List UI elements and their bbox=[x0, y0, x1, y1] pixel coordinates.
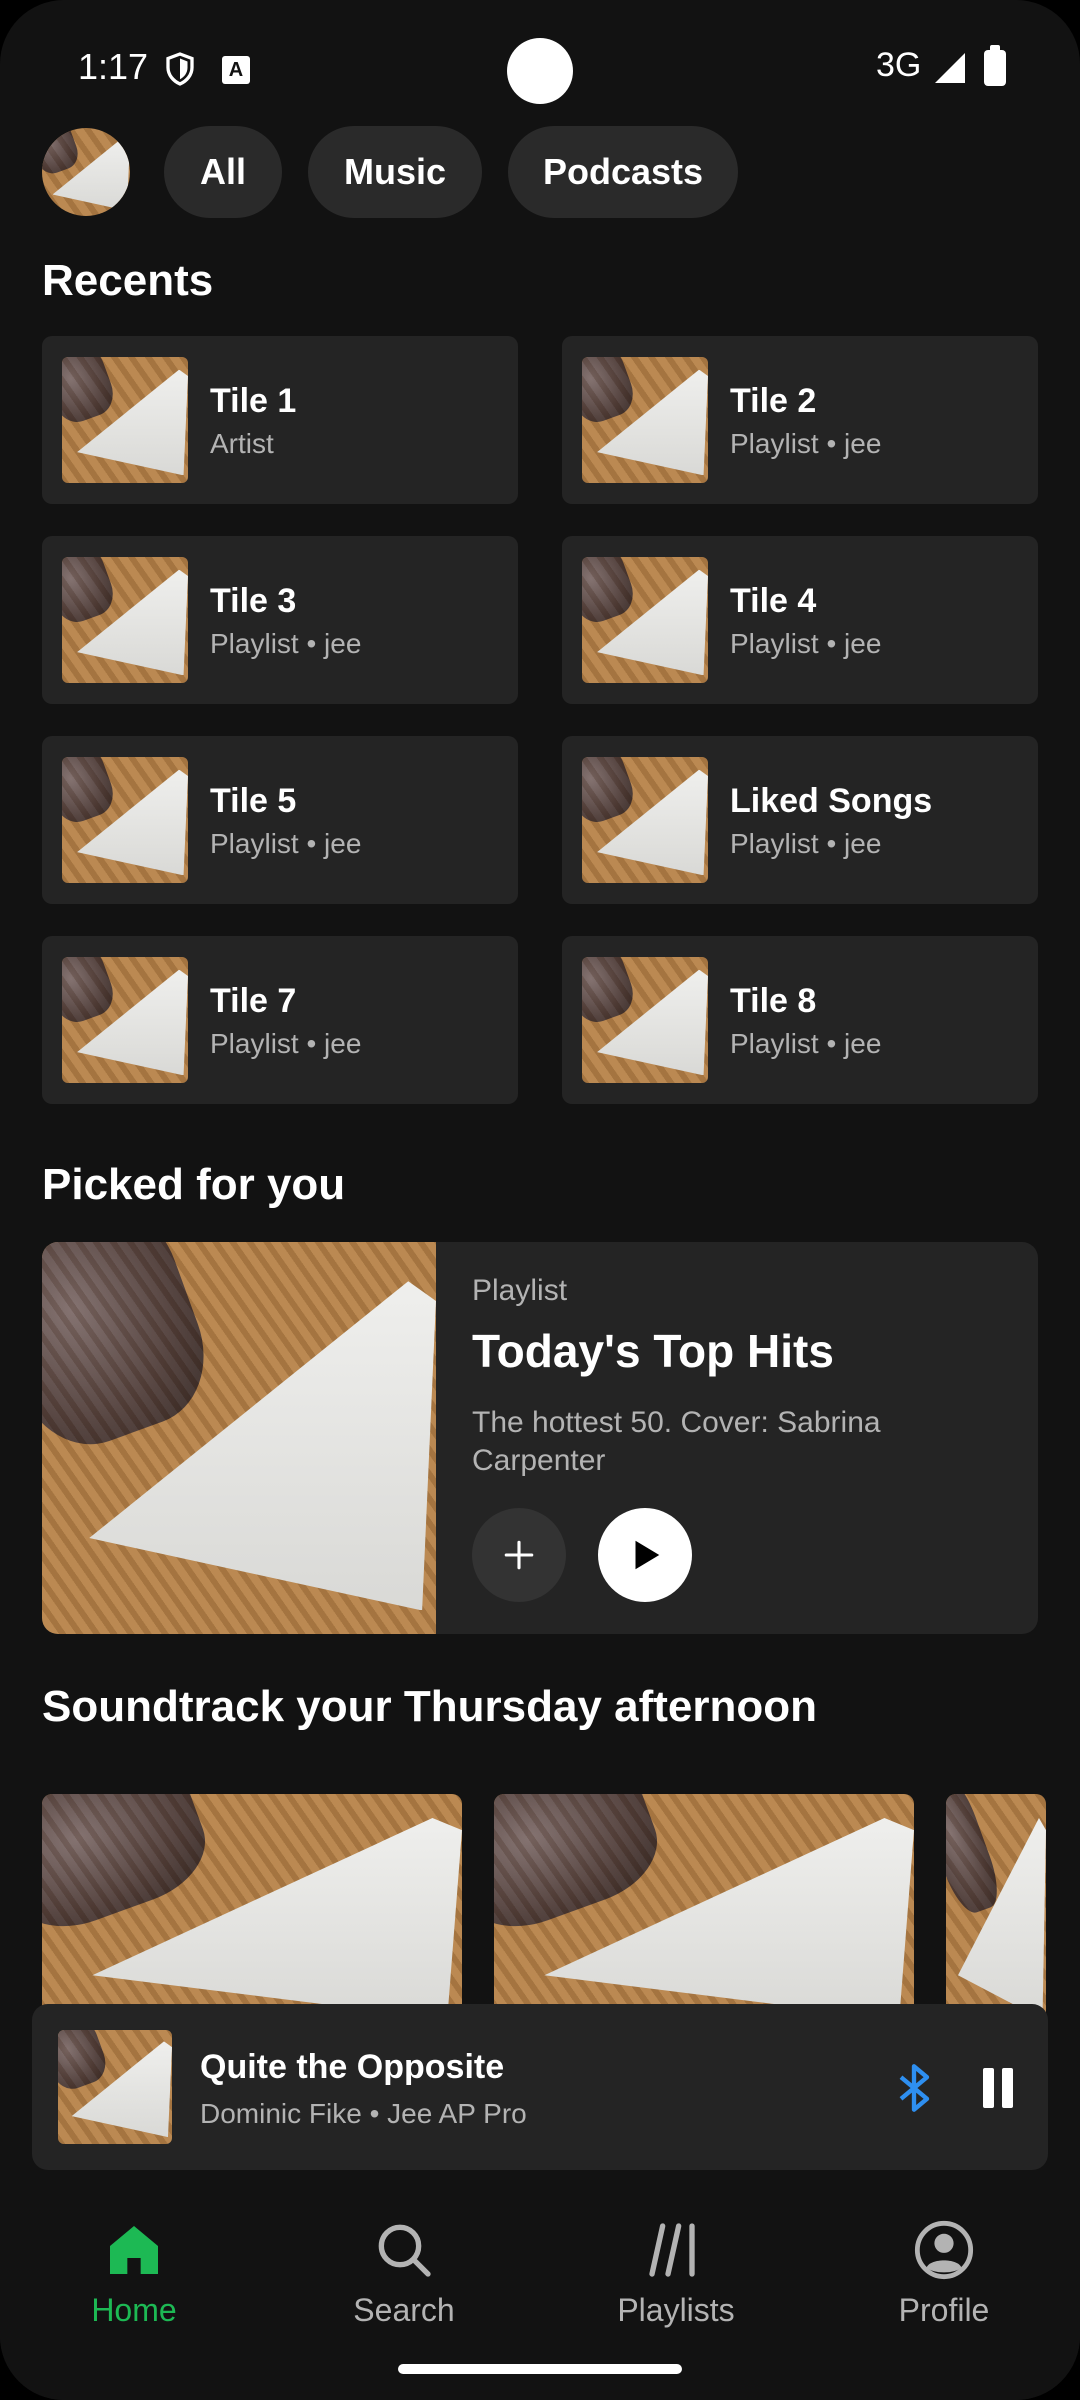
tile-artwork bbox=[582, 357, 708, 483]
tile-title: Tile 3 bbox=[210, 582, 297, 620]
playlist-title: Today's Top Hits bbox=[472, 1325, 834, 1377]
soundtrack-card[interactable] bbox=[494, 1794, 914, 2034]
tile-title: Tile 4 bbox=[730, 582, 817, 620]
recent-tile[interactable]: Tile 4 Playlist • jee bbox=[562, 536, 1038, 704]
tile-artwork bbox=[582, 557, 708, 683]
cellular-signal-icon bbox=[935, 53, 965, 83]
recent-tile-liked-songs[interactable]: Liked Songs Playlist • jee bbox=[562, 736, 1038, 904]
recent-tile[interactable]: Tile 8 Playlist • jee bbox=[562, 936, 1038, 1104]
avatar[interactable] bbox=[42, 128, 130, 216]
tile-subtitle: Playlist • jee bbox=[730, 1028, 882, 1059]
tile-title: Tile 2 bbox=[730, 382, 817, 420]
bluetooth-icon[interactable] bbox=[888, 2060, 940, 2116]
playlist-description: The hottest 50. Cover: Sabrina Carpenter bbox=[472, 1406, 881, 1477]
filter-chip-all[interactable]: All bbox=[164, 126, 282, 218]
tile-subtitle: Playlist • jee bbox=[210, 828, 362, 859]
tile-artwork bbox=[62, 757, 188, 883]
tile-subtitle: Playlist • jee bbox=[730, 428, 882, 459]
plus-icon bbox=[504, 1540, 534, 1570]
soundtrack-section-title: Soundtrack your Thursday afternoon bbox=[42, 1682, 817, 1731]
pause-button[interactable] bbox=[980, 2068, 1016, 2108]
network-type: 3G bbox=[876, 46, 922, 84]
library-icon bbox=[649, 2223, 695, 2277]
tile-artwork bbox=[582, 757, 708, 883]
tile-subtitle: Playlist • jee bbox=[730, 828, 882, 859]
nav-playlists[interactable]: Playlists bbox=[576, 2218, 776, 2329]
app-screen: 1:17 A 3G All Music Podcasts Recents Til… bbox=[0, 0, 1080, 2400]
playlist-type: Playlist bbox=[472, 1274, 568, 1307]
status-bar: 1:17 A 3G bbox=[0, 0, 1080, 140]
nav-search[interactable]: Search bbox=[304, 2218, 504, 2329]
nav-playlists-label: Playlists bbox=[617, 2292, 735, 2328]
profile-icon bbox=[914, 2220, 974, 2280]
recent-tile[interactable]: Tile 7 Playlist • jee bbox=[42, 936, 518, 1104]
picked-section-title: Picked for you bbox=[42, 1160, 346, 1209]
play-button[interactable] bbox=[598, 1508, 692, 1602]
tile-subtitle: Playlist • jee bbox=[210, 1028, 362, 1059]
soundtrack-card[interactable] bbox=[946, 1794, 1046, 2034]
tile-subtitle: Playlist • jee bbox=[730, 628, 882, 659]
battery-icon bbox=[984, 45, 1006, 86]
shield-icon bbox=[166, 52, 194, 86]
front-camera bbox=[507, 38, 573, 104]
nav-search-label: Search bbox=[353, 2292, 455, 2328]
tile-title: Tile 8 bbox=[730, 982, 817, 1020]
play-icon bbox=[635, 1540, 660, 1570]
home-indicator[interactable] bbox=[398, 2364, 682, 2374]
soundtrack-card[interactable] bbox=[42, 1794, 462, 2034]
tile-title: Tile 5 bbox=[210, 782, 297, 820]
now-playing-bar[interactable]: Quite the Opposite Dominic Fike • Jee AP… bbox=[32, 2004, 1048, 2170]
add-to-library-button[interactable] bbox=[472, 1508, 566, 1602]
search-icon bbox=[378, 2224, 431, 2277]
recent-tile[interactable]: Tile 3 Playlist • jee bbox=[42, 536, 518, 704]
nav-profile[interactable]: Profile bbox=[844, 2218, 1044, 2329]
playlist-artwork bbox=[42, 1242, 436, 1634]
tile-title: Liked Songs bbox=[730, 782, 933, 820]
tile-artwork bbox=[582, 957, 708, 1083]
tile-title: Tile 1 bbox=[210, 382, 297, 420]
tile-title: Tile 7 bbox=[210, 982, 297, 1020]
recents-title: Recents bbox=[42, 256, 214, 305]
tile-subtitle: Artist bbox=[210, 428, 274, 459]
tile-artwork bbox=[62, 357, 188, 483]
tile-artwork bbox=[62, 557, 188, 683]
now-playing-subtitle: Dominic Fike • Jee AP Pro bbox=[200, 2098, 527, 2129]
home-icon bbox=[110, 2226, 158, 2274]
nav-profile-label: Profile bbox=[898, 2292, 990, 2328]
nav-home[interactable]: Home bbox=[34, 2218, 234, 2329]
picked-playlist-card[interactable]: Playlist Today's Top Hits The hottest 50… bbox=[42, 1242, 1038, 1634]
nav-home-label: Home bbox=[91, 2292, 177, 2328]
now-playing-artwork bbox=[58, 2030, 172, 2144]
tile-artwork bbox=[62, 957, 188, 1083]
recent-tile[interactable]: Tile 2 Playlist • jee bbox=[562, 336, 1038, 504]
recent-tile[interactable]: Tile 1 Artist bbox=[42, 336, 518, 504]
filter-chip-podcasts[interactable]: Podcasts bbox=[508, 126, 738, 218]
tile-subtitle: Playlist • jee bbox=[210, 628, 362, 659]
filter-chip-music[interactable]: Music bbox=[308, 126, 482, 218]
keyboard-a-icon: A bbox=[222, 56, 250, 84]
now-playing-title: Quite the Opposite bbox=[200, 2048, 505, 2086]
status-time: 1:17 bbox=[78, 46, 149, 87]
recent-tile[interactable]: Tile 5 Playlist • jee bbox=[42, 736, 518, 904]
